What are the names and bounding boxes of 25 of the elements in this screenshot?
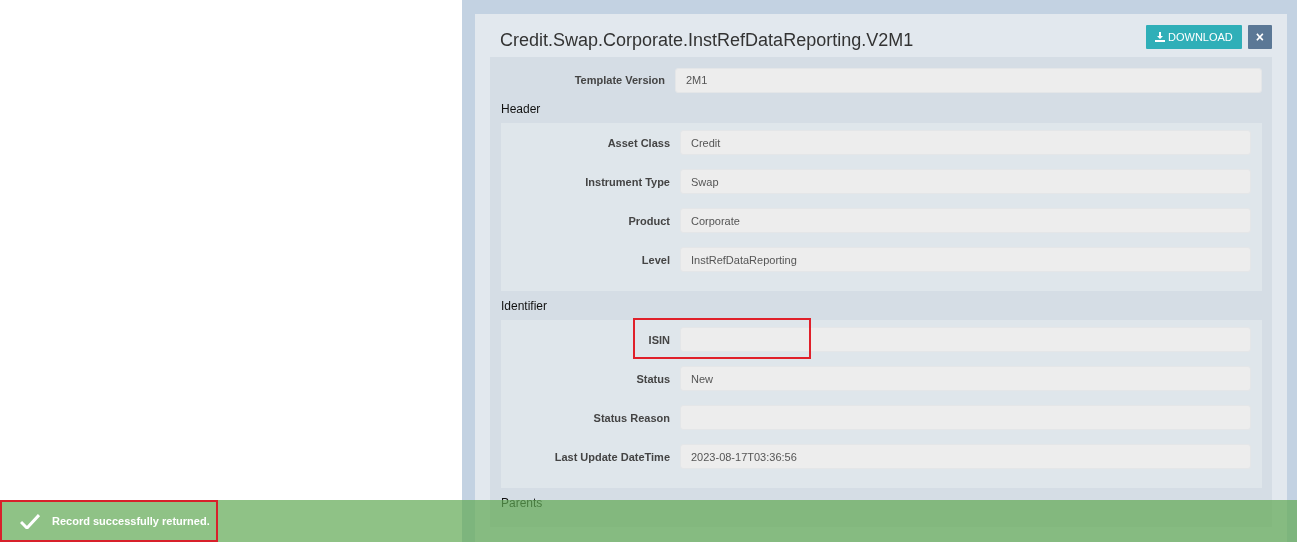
field-label: Asset Class bbox=[606, 136, 670, 149]
field-label: ISIN bbox=[647, 333, 670, 346]
input-field[interactable]: Credit bbox=[680, 130, 1251, 155]
field-label: Last Update DateTime bbox=[553, 450, 670, 463]
field-label: Instrument Type bbox=[584, 175, 670, 188]
dialog-title: Credit.Swap.Corporate.InstRefDataReporting.V2M1 bbox=[500, 30, 914, 51]
field-label: Status Reason bbox=[592, 411, 670, 424]
input-field[interactable]: Corporate bbox=[680, 208, 1251, 233]
section-title: Header bbox=[501, 102, 541, 116]
input-field[interactable]: New bbox=[680, 366, 1251, 391]
section-title: Identifier bbox=[501, 299, 548, 313]
input-field[interactable]: 2023-08-17T03:36:56 bbox=[680, 444, 1251, 469]
close-button[interactable]: × bbox=[1247, 25, 1272, 49]
toast-message: Record successfully returned. bbox=[52, 515, 210, 527]
field-label: Template Version bbox=[573, 74, 665, 86]
input-field[interactable] bbox=[680, 327, 1251, 352]
input-field[interactable]: Swap bbox=[680, 169, 1251, 194]
input-field[interactable]: 2M1 bbox=[675, 67, 1262, 93]
input-field[interactable]: InstRefDataReporting bbox=[680, 247, 1251, 272]
field-label: Level bbox=[640, 253, 670, 266]
check-icon bbox=[20, 513, 40, 529]
download-icon bbox=[1155, 32, 1166, 42]
section-title: Parents bbox=[501, 496, 543, 510]
field-label: Status bbox=[635, 372, 670, 385]
field-label: Product bbox=[627, 214, 670, 227]
